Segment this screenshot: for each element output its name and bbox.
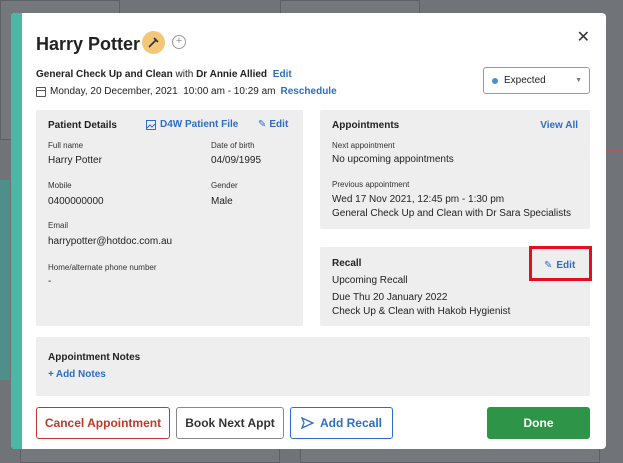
alt-phone-value: - [48,276,52,287]
email-label: Email [48,221,69,230]
plus-icon: + [48,369,54,380]
status-dropdown[interactable]: Expected ▼ [483,67,590,94]
recall-header: Recall [332,258,362,269]
chevron-down-icon: ▼ [575,77,582,84]
recall-detail: Check Up & Clean with Hakob Hygienist [332,306,511,317]
appointment-notes-header: Appointment Notes [48,352,141,363]
reschedule-link[interactable]: Reschedule [281,86,337,97]
next-appointment-value: No upcoming appointments [332,154,454,165]
alt-phone-label: Home/alternate phone number [48,263,157,272]
d4w-label: D4W Patient File [160,119,239,130]
appointment-summary: General Check Up and Clean with Dr Annie… [36,69,292,80]
add-tag-icon[interactable]: + [172,35,186,49]
edit-patient-label: Edit [269,119,289,130]
edit-appointment-link[interactable]: Edit [273,69,292,80]
highlight-box [529,246,592,281]
email-value: harrypotter@hotdoc.com.au [48,236,173,247]
appointment-type: General Check Up and Clean [36,69,173,80]
patient-details-panel: Patient Details D4W Patient File ✎ Edit … [36,110,303,326]
mobile-value: 0400000000 [48,196,104,207]
close-icon[interactable]: ✕ [577,27,590,47]
patient-details-header: Patient Details [48,120,117,131]
full-name-label: Full name [48,141,84,150]
d4w-patient-file-link[interactable]: D4W Patient File [146,119,238,130]
appointment-datetime-row: Monday, 20 December, 2021 10:00 am - 10:… [36,86,337,97]
send-icon [300,417,314,429]
with-text: with [175,69,194,80]
gender-value: Male [211,196,233,207]
add-notes-label: Add Notes [55,369,106,380]
book-next-appt-button[interactable]: Book Next Appt [176,407,284,439]
status-dot-icon [492,77,498,84]
next-appointment-label: Next appointment [332,141,395,150]
dob-label: Date of birth [211,141,255,150]
status-value: Expected [504,75,546,86]
appointment-datetime: Monday, 20 December, 2021 10:00 am - 10:… [50,86,276,97]
add-recall-button[interactable]: Add Recall [290,407,393,439]
dob-value: 04/09/1995 [211,155,262,166]
appointments-panel: Appointments View All Next appointment N… [320,110,590,229]
current-time-line [605,150,623,151]
view-all-link[interactable]: View All [540,120,578,131]
image-icon [146,119,156,130]
calendar-icon [36,86,46,97]
appointment-notes-panel: Appointment Notes + Add Notes [36,337,590,396]
practitioner-name: Dr Annie Allied [196,69,268,80]
previous-appointment-label: Previous appointment [332,180,410,189]
done-button[interactable]: Done [487,407,590,439]
calendar-event-strip [0,180,10,380]
previous-appointment-datetime: Wed 17 Nov 2021, 12:45 pm - 1:30 pm [332,194,505,205]
add-recall-label: Add Recall [319,416,382,430]
syringe-icon[interactable] [142,31,165,54]
full-name-value: Harry Potter [48,155,102,166]
modal-accent-bar [11,13,22,449]
previous-appointment-detail: General Check Up and Clean with Dr Sara … [332,208,571,219]
patient-name-title: Harry Potter [36,34,141,54]
recall-due-date: Due Thu 20 January 2022 [332,292,448,303]
edit-patient-link[interactable]: ✎ Edit [258,119,288,130]
appointments-header: Appointments [332,120,400,131]
gender-label: Gender [211,181,238,190]
upcoming-recall-label: Upcoming Recall [332,275,408,286]
appointment-modal: Harry Potter + ✕ General Check Up and Cl… [11,13,606,449]
cancel-appointment-button[interactable]: Cancel Appointment [36,407,170,439]
pencil-icon: ✎ [258,119,267,130]
add-notes-link[interactable]: + Add Notes [48,369,106,380]
mobile-label: Mobile [48,181,72,190]
